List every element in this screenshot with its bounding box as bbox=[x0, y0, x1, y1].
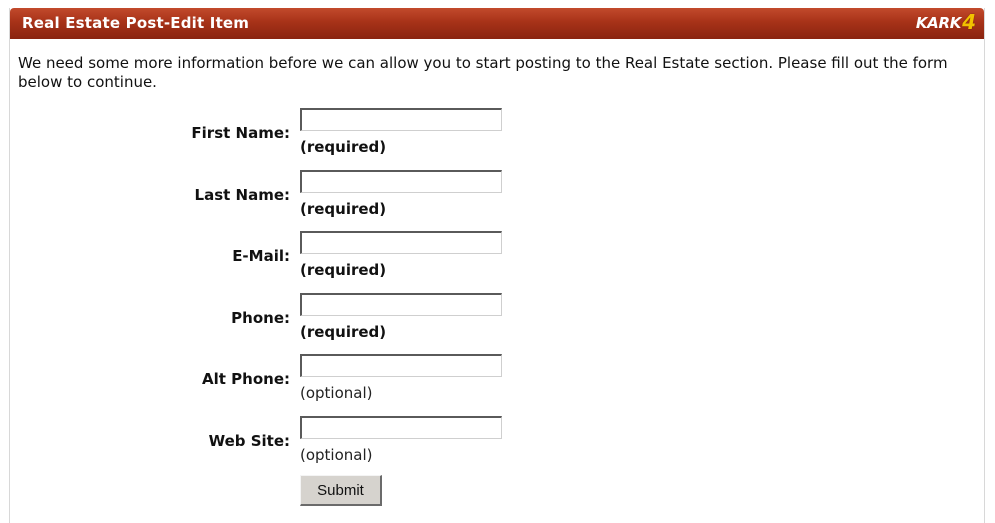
web-site-label: Web Site: bbox=[208, 432, 290, 450]
logo-text: KARK bbox=[915, 14, 962, 32]
phone-row: Phone: (required) bbox=[10, 293, 570, 349]
last-name-label: Last Name: bbox=[194, 186, 290, 204]
alt-phone-row: Alt Phone: (optional) bbox=[10, 354, 570, 410]
first-name-row: First Name: (required) bbox=[10, 108, 570, 164]
first-name-label: First Name: bbox=[191, 124, 290, 142]
submit-button[interactable]: Submit bbox=[300, 475, 382, 506]
web-site-row: Web Site: (optional) bbox=[10, 416, 570, 472]
phone-input[interactable] bbox=[300, 293, 502, 316]
email-required-note: (required) bbox=[300, 261, 387, 279]
form-panel: Real Estate Post-Edit Item KARK 4 We nee… bbox=[9, 8, 985, 523]
intro-text: We need some more information before we … bbox=[18, 54, 948, 91]
email-label: E-Mail: bbox=[232, 247, 290, 265]
web-site-input[interactable] bbox=[300, 416, 502, 439]
logo-number: 4 bbox=[962, 9, 976, 34]
last-name-row: Last Name: (required) bbox=[10, 170, 570, 226]
page-title: Real Estate Post-Edit Item bbox=[22, 14, 250, 32]
last-name-input[interactable] bbox=[300, 170, 502, 193]
first-name-required-note: (required) bbox=[300, 138, 387, 156]
web-site-optional-note: (optional) bbox=[300, 446, 373, 464]
first-name-input[interactable] bbox=[300, 108, 502, 131]
email-row: E-Mail: (required) bbox=[10, 231, 570, 287]
email-input[interactable] bbox=[300, 231, 502, 254]
phone-label: Phone: bbox=[231, 309, 290, 327]
titlebar: Real Estate Post-Edit Item KARK 4 bbox=[10, 8, 984, 39]
alt-phone-label: Alt Phone: bbox=[202, 370, 290, 388]
phone-required-note: (required) bbox=[300, 323, 387, 341]
last-name-required-note: (required) bbox=[300, 200, 387, 218]
kark4-logo: KARK 4 bbox=[915, 9, 976, 35]
alt-phone-input[interactable] bbox=[300, 354, 502, 377]
alt-phone-optional-note: (optional) bbox=[300, 384, 373, 402]
